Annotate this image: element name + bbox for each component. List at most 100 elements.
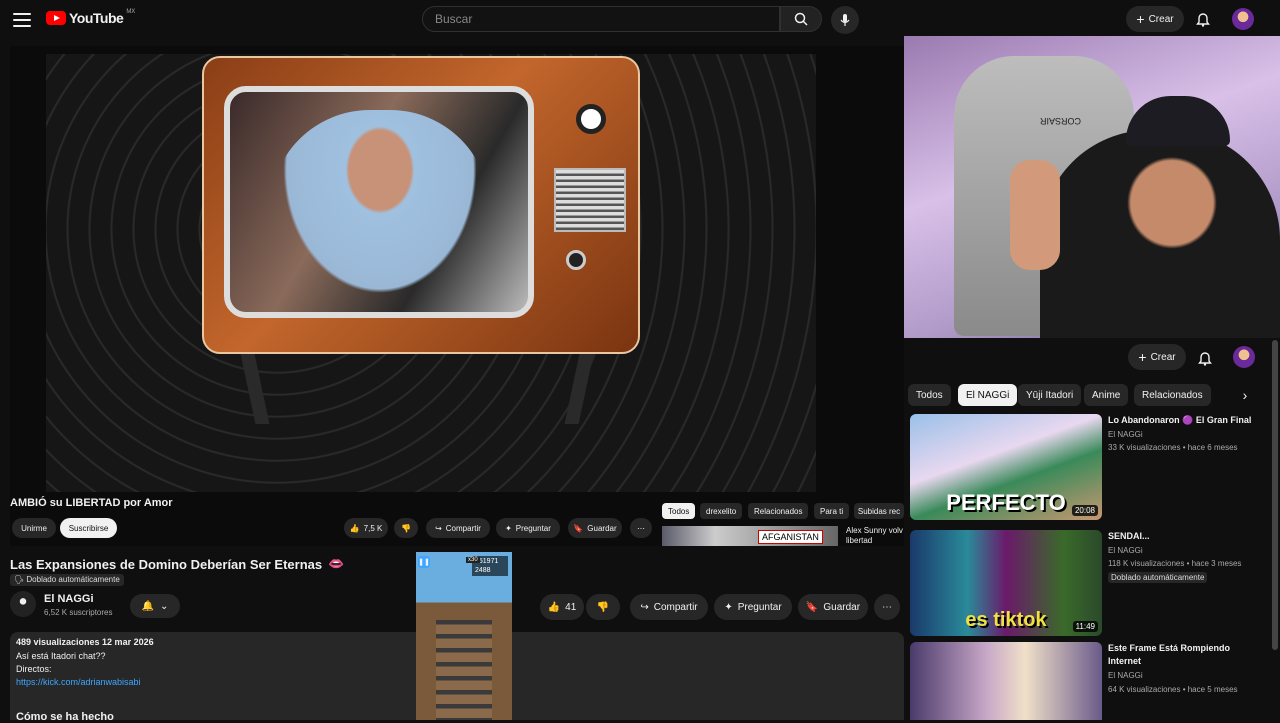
inner-like-count: 7,5 K — [363, 523, 383, 533]
rec-1-meta: 33 K visualizaciones • hace 6 meses — [1108, 443, 1238, 452]
dubbed-text: Doblado automáticamente — [26, 575, 120, 584]
inner-like-button[interactable]: 👍 7,5 K — [344, 518, 388, 538]
inner-chip-para-ti[interactable]: Para ti — [814, 503, 850, 519]
rec-thumbnail-1[interactable]: PERFECTO 20:08 — [910, 414, 1102, 520]
share-icon: ↪ — [435, 523, 442, 533]
logo-text: YouTube — [69, 10, 124, 26]
subscriber-count: 6,52 K suscriptores — [44, 608, 113, 617]
create-button-secondary[interactable]: + Crear — [1128, 344, 1186, 370]
thumbs-up-icon: 👍 — [349, 523, 360, 533]
rec-thumbnail-2[interactable]: es tiktok 11:49 — [910, 530, 1102, 636]
logo-region: MX — [126, 9, 136, 15]
tv-dial — [566, 250, 586, 270]
save-button[interactable]: 🔖 Guardar — [798, 594, 868, 620]
rec-2-title[interactable]: SENDAI... — [1108, 530, 1258, 543]
account-avatar-secondary[interactable] — [1233, 346, 1255, 368]
inner-more-button[interactable]: ⋯ — [630, 518, 652, 538]
chip-relacionados[interactable]: Relacionados — [1134, 384, 1211, 406]
inner-chip-relacionados[interactable]: Relacionados — [748, 503, 809, 519]
notifications-button-secondary[interactable] — [1195, 348, 1215, 368]
rec-1-channel[interactable]: El NAGGi — [1108, 430, 1143, 439]
thumbs-down-icon: 👎 — [401, 523, 411, 533]
rec-3-meta: 64 K visualizaciones • hace 5 meses — [1108, 685, 1238, 694]
chevron-right-icon: › — [1242, 387, 1248, 403]
dub-icon: 🗣 — [14, 575, 25, 584]
plus-icon: + — [1136, 11, 1145, 27]
streamer-in-tv — [270, 110, 490, 310]
more-actions-button[interactable]: ⋯ — [874, 594, 900, 620]
like-count: 41 — [565, 601, 577, 613]
share-button[interactable]: ↪ Compartir — [630, 594, 708, 620]
join-button[interactable]: Unirme — [12, 518, 56, 538]
create-button[interactable]: + Crear — [1126, 6, 1184, 32]
subscription-bell-button[interactable]: 🔔 ⌄ — [130, 594, 180, 618]
dislike-button[interactable]: 👎 — [586, 594, 620, 620]
game-coins: 2488 — [475, 567, 491, 574]
chip-el-naggi[interactable]: El NAGGi — [958, 384, 1018, 406]
rec-2-meta: 118 K visualizaciones • hace 3 meses — [1108, 559, 1242, 568]
search-icon — [794, 12, 808, 26]
lips-emoji-icon: 👄 — [328, 556, 345, 571]
chair-brand: CORSAIR — [1040, 116, 1082, 126]
description-link[interactable]: https://kick.com/adrianwabisabi — [16, 677, 141, 687]
inner-video-title: AMBIÓ su LIBERTAD por Amor — [10, 497, 173, 509]
game-track — [436, 620, 492, 720]
rec-3-title[interactable]: Este Frame Está Rompiendo Internet — [1108, 642, 1258, 668]
inner-share-label: Compartir — [445, 523, 481, 533]
streamer-hand — [1010, 160, 1060, 270]
rec-2-duration: 11:49 — [1072, 621, 1098, 632]
rec-1-duration: 20:08 — [1071, 505, 1098, 516]
microphone-icon — [840, 14, 850, 26]
inner-rec-tag: AFGANISTAN — [758, 530, 823, 544]
rec-3-channel[interactable]: El NAGGi — [1108, 671, 1143, 680]
share-label: Compartir — [653, 601, 698, 613]
ask-label: Preguntar — [737, 601, 782, 613]
save-label: Guardar — [823, 601, 861, 613]
inner-save-label: Guardar — [587, 523, 617, 533]
inner-ask-button[interactable]: ✦ Preguntar — [496, 518, 560, 538]
description-stats: 489 visualizaciones 12 mar 2026 — [16, 637, 154, 647]
account-avatar[interactable] — [1232, 8, 1254, 30]
dubbed-badge: 🗣 Doblado automáticamente — [10, 574, 124, 586]
rec-thumbnail-3[interactable] — [910, 642, 1102, 720]
chip-todos[interactable]: Todos — [908, 384, 951, 406]
chevron-down-icon: ⌄ — [160, 600, 169, 612]
inner-chip-drexelito[interactable]: drexelito — [700, 503, 743, 519]
inner-subscribe-button[interactable]: Suscribirse — [60, 518, 117, 538]
inner-save-button[interactable]: 🔖 Guardar — [568, 518, 622, 538]
channel-avatar[interactable] — [10, 591, 36, 617]
create-label-secondary: Crear — [1150, 351, 1176, 363]
youtube-logo[interactable]: YouTube MX — [46, 9, 136, 26]
play-logo-icon — [46, 11, 66, 25]
chip-anime[interactable]: Anime — [1084, 384, 1129, 406]
ask-button[interactable]: ✦ Preguntar — [714, 594, 792, 620]
thumbs-down-icon: 👎 — [596, 601, 610, 613]
sparkle-icon: ✦ — [724, 601, 733, 613]
menu-icon[interactable] — [10, 8, 34, 32]
inner-rec-title[interactable]: Alex Sunny volv libertad — [846, 526, 904, 546]
chip-yuji-itadori[interactable]: Yūji Itadori — [1018, 384, 1082, 406]
rec-1-title[interactable]: Lo Abandonaron 🟣 El Gran Final — [1108, 414, 1258, 427]
chips-next-button[interactable]: › — [1236, 386, 1254, 404]
search-input[interactable]: Buscar — [422, 6, 780, 32]
search-button[interactable] — [780, 6, 822, 32]
channel-name[interactable]: El NAGGi — [44, 593, 94, 605]
rec-2-channel[interactable]: El NAGGi — [1108, 546, 1143, 555]
more-icon: ⋯ — [637, 523, 645, 533]
tv-knob — [576, 104, 606, 134]
notifications-button[interactable] — [1193, 9, 1213, 29]
inner-chip-subidas[interactable]: Subidas rec — [854, 503, 904, 519]
video-title: Las Expansiones de Domino Deberían Ser E… — [10, 556, 344, 572]
like-button[interactable]: 👍 41 — [540, 594, 584, 620]
scrollbar[interactable] — [1272, 340, 1278, 650]
inner-dislike-button[interactable]: 👎 — [394, 518, 418, 538]
voice-search-button[interactable] — [831, 6, 859, 34]
tv-speaker-grille — [554, 168, 626, 232]
bookmark-icon: 🔖 — [805, 601, 819, 613]
inner-chip-todos[interactable]: Todos — [662, 503, 696, 519]
thumbs-up-icon: 👍 — [547, 601, 561, 613]
inner-share-button[interactable]: ↪ Compartir — [426, 518, 490, 538]
sparkle-icon: ✦ — [505, 523, 512, 533]
bell-icon — [1198, 352, 1212, 366]
share-icon: ↪ — [640, 601, 649, 613]
